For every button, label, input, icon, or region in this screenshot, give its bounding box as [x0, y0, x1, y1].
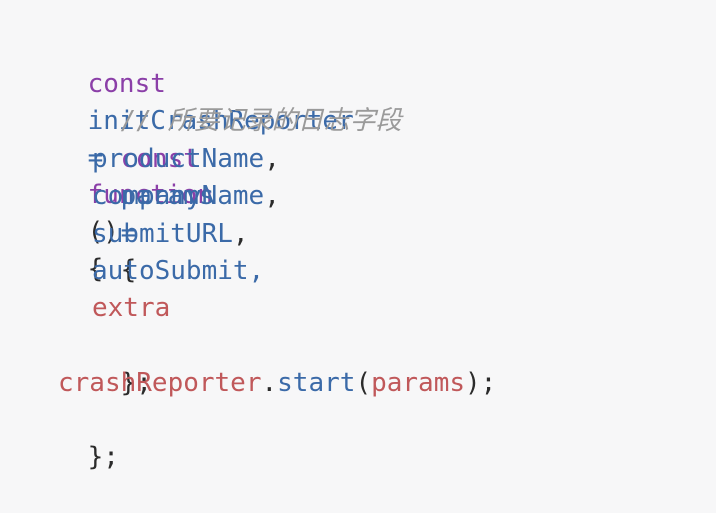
paren-open: (	[355, 368, 372, 398]
param-line: productName,	[25, 141, 280, 178]
crash-reporter-object: crashReporter	[58, 368, 262, 398]
code-line-3: const params = {	[25, 104, 215, 285]
start-method: start	[277, 368, 356, 398]
param-name: submitURL	[92, 219, 233, 249]
function-close: };	[87, 442, 119, 472]
code-line-9: };	[25, 328, 152, 398]
param-line: companyName,	[25, 178, 280, 215]
param-name: productName	[92, 144, 265, 174]
params-argument: params	[371, 368, 466, 398]
param-name: companyName	[92, 181, 265, 211]
param-separator: ,	[264, 181, 280, 211]
param-line: submitURL,	[25, 216, 249, 253]
code-line-2: // 所要记录的日志字段	[25, 66, 402, 136]
param-line: autoSubmit,	[25, 253, 264, 290]
param-name: autoSubmit	[92, 256, 249, 286]
code-line-10: crashReporter.start(params);	[25, 365, 496, 402]
param-name: extra	[92, 293, 171, 323]
param-separator: ,	[248, 256, 265, 286]
param-line: extra	[25, 290, 170, 327]
param-separator: ,	[232, 219, 249, 249]
code-block: const initCrashReporter = function () { …	[0, 0, 716, 472]
dot-operator: .	[261, 368, 278, 398]
param-separator: ,	[264, 144, 280, 174]
paren-close: );	[465, 368, 497, 398]
code-line-1: const initCrashReporter = function () {	[25, 29, 354, 284]
code-line-11: };	[25, 402, 119, 472]
